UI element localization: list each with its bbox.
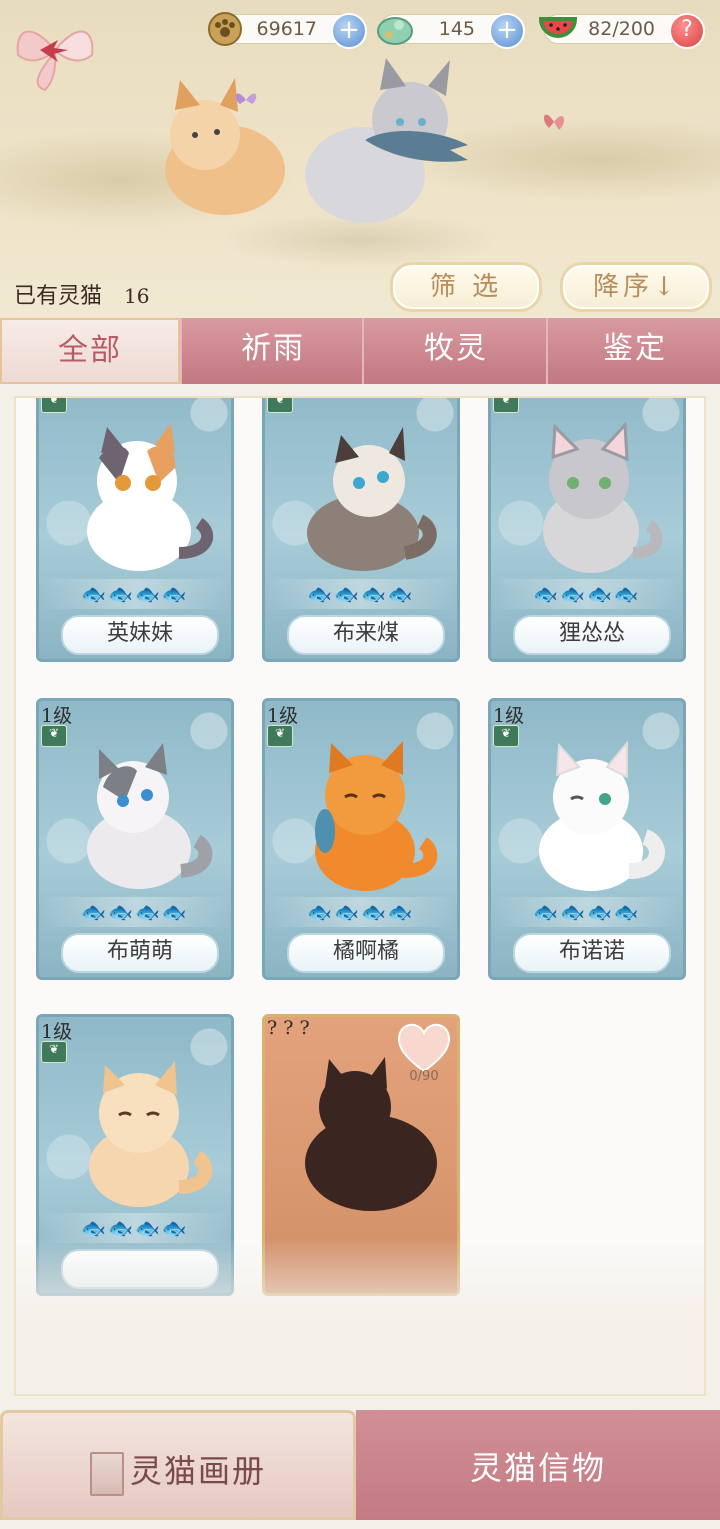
cat-name-plate: 布诺诺	[513, 933, 671, 973]
gem-value: 145	[438, 18, 475, 40]
leaf-badge-icon: ❦	[41, 398, 67, 413]
cat-portrait-image	[87, 743, 213, 889]
level-label: 1级	[41, 1021, 73, 1043]
help-button[interactable]: ?	[669, 13, 705, 49]
cat-name-plate: 狸怂怂	[513, 615, 671, 655]
cat-card[interactable]: 1级 ❦ 🐟🐟🐟🐟 橘啊橘	[262, 698, 460, 980]
back-butterfly-icon[interactable]	[10, 10, 100, 100]
header-banner: 69617 + 145 + 82/200 ? 已有灵猫 16 筛 选 降序↓	[0, 0, 720, 320]
cat-card[interactable]: 1级 ❦ 🐟🐟🐟🐟 布萌萌	[36, 698, 234, 980]
leaf-badge-icon: ❦	[267, 398, 293, 413]
affinity-fish-row: 🐟🐟🐟🐟	[39, 579, 231, 609]
cat-silhouette-image	[305, 1057, 437, 1211]
level-label: 1级	[267, 705, 299, 727]
cat-count-summary: 已有灵猫 16	[14, 278, 149, 310]
paw-coin-counter: 69617 +	[208, 12, 367, 49]
fish-icon: 🐟🐟	[135, 900, 189, 924]
affinity-fish-row: 🐟🐟🐟🐟	[491, 897, 683, 927]
watermelon-icon	[539, 17, 577, 38]
banner-cats-illustration	[165, 58, 468, 223]
cat-card[interactable]: ❦ 🐟🐟🐟🐟 布来煤	[262, 398, 460, 662]
tokens-tab[interactable]: 灵猫信物	[356, 1410, 720, 1520]
cat-name-plate: 英妹妹	[61, 615, 219, 655]
butterfly-icon	[543, 114, 565, 130]
fish-icon: 🐟🐟🐟🐟	[533, 900, 641, 924]
stamina-counter: 82/200 ?	[539, 13, 705, 49]
cat-count-value: 16	[124, 284, 150, 308]
add-gems-button[interactable]: +	[489, 13, 525, 49]
butterfly-icon	[235, 93, 257, 104]
affinity-fish-row: 🐟🐟🐟🐟	[39, 897, 231, 927]
cat-portrait-image	[539, 740, 665, 891]
fish-icon: 🐟🐟🐟	[560, 582, 641, 606]
cat-card[interactable]: 1级 ❦ 🐟🐟🐟🐟 布诺诺	[488, 698, 686, 980]
tab-pray-rain[interactable]: 祈雨	[180, 318, 364, 384]
affinity-fish-row: 🐟🐟🐟🐟	[491, 579, 683, 609]
unknown-level-label: ? ? ?	[267, 1017, 310, 1039]
cat-portrait-image	[315, 741, 438, 891]
fish-icon: 🐟🐟	[81, 900, 135, 924]
fish-icon: 🐟	[533, 582, 561, 606]
fish-icon: 🐟🐟🐟🐟	[81, 582, 189, 606]
cat-name-plate: 布来煤	[287, 615, 445, 655]
bottom-nav: 灵猫画册 灵猫信物	[0, 1410, 720, 1520]
level-label: 1级	[493, 705, 525, 727]
leaf-badge-icon: ❦	[493, 398, 519, 413]
cat-portrait-image	[543, 421, 663, 573]
stamina-value: 82/200	[588, 18, 655, 40]
fish-icon: 🐟🐟🐟🐟	[81, 1216, 189, 1240]
level-label: 1级	[41, 705, 73, 727]
cat-name-plate: 布萌萌	[61, 933, 219, 973]
cat-name-plate: 橘啊橘	[287, 933, 445, 973]
cat-grid: ❦ 🐟🐟🐟🐟 英妹妹 ❦ 🐟🐟🐟🐟 布来煤 ❦ 🐟🐟🐟🐟 狸怂怂 1级 ❦ 🐟🐟…	[14, 396, 706, 1396]
tab-all[interactable]: 全部	[0, 318, 180, 384]
album-tab-label: 灵猫画册	[129, 1452, 266, 1490]
album-tab[interactable]: 灵猫画册	[0, 1410, 356, 1520]
fish-icon: 🐟🐟🐟🐟	[307, 582, 415, 606]
fish-icon: 🐟	[307, 900, 335, 924]
cat-card[interactable]: ❦ 🐟🐟🐟🐟 狸怂怂	[488, 398, 686, 662]
tab-appraise[interactable]: 鉴定	[546, 318, 720, 384]
album-book-icon	[89, 1451, 124, 1496]
sort-button[interactable]: 降序↓	[560, 262, 712, 312]
affinity-fish-row: 🐟🐟🐟🐟	[265, 579, 457, 609]
cat-portrait-image	[89, 1061, 213, 1207]
cat-count-label: 已有灵猫	[14, 284, 103, 309]
scroll-fade	[16, 1238, 704, 1394]
cat-card[interactable]: ❦ 🐟🐟🐟🐟 英妹妹	[36, 398, 234, 662]
tokens-tab-label: 灵猫信物	[469, 1449, 606, 1487]
fish-icon: 🐟🐟🐟	[334, 900, 415, 924]
cat-portrait-image	[307, 427, 437, 571]
category-tabs: 全部 祈雨 牧灵 鉴定	[0, 318, 720, 384]
affinity-fish-row: 🐟🐟🐟🐟	[265, 897, 457, 927]
paw-coin-icon	[208, 12, 242, 46]
gem-counter: 145 +	[377, 13, 525, 49]
filter-button[interactable]: 筛 选	[390, 262, 542, 312]
jade-gem-icon	[377, 17, 413, 45]
paw-coin-value: 69617	[256, 18, 317, 40]
cat-portrait-image	[87, 423, 214, 571]
add-coins-button[interactable]: +	[331, 13, 367, 49]
tab-herding[interactable]: 牧灵	[362, 318, 548, 384]
